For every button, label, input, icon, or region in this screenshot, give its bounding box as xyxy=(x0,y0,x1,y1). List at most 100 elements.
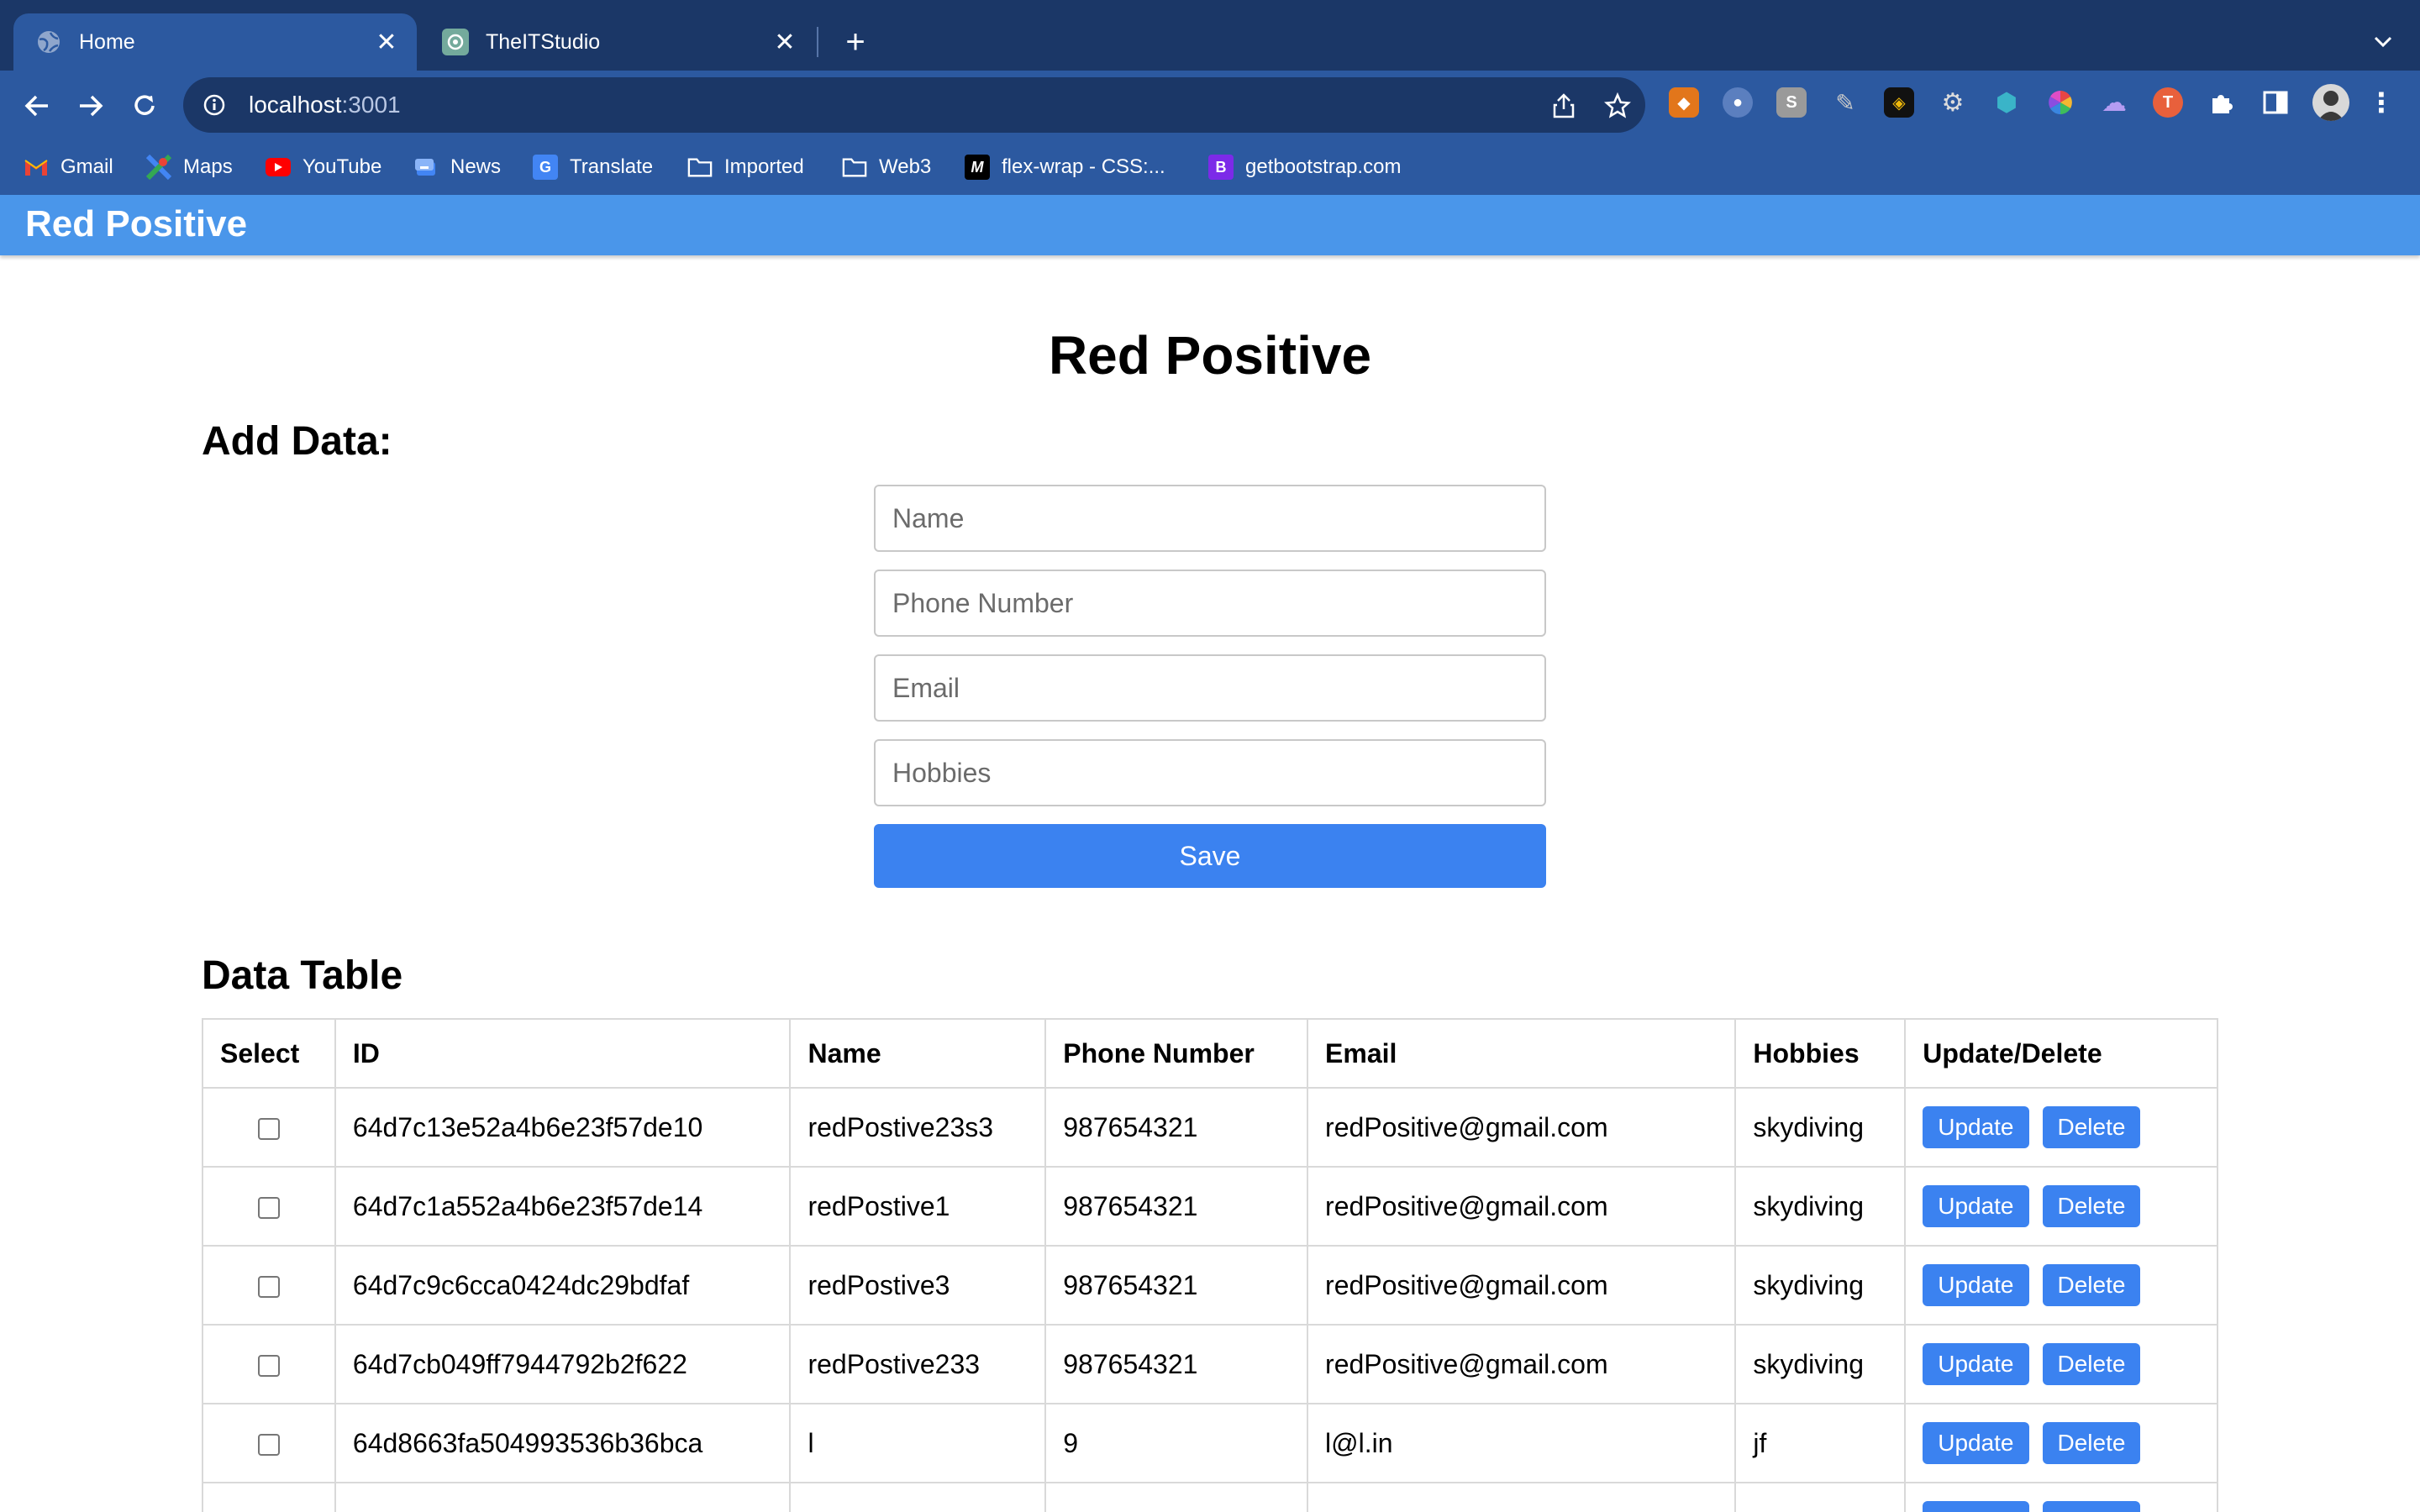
data-table: Select ID Name Phone Number Email Hobbie… xyxy=(202,1018,2218,1512)
hobbies-input[interactable] xyxy=(874,739,1546,806)
bookmark-label: Translate xyxy=(570,155,654,178)
back-icon[interactable] xyxy=(18,87,55,124)
bookmark-translate[interactable]: G Translate xyxy=(533,151,653,183)
header-id: ID xyxy=(334,1018,792,1089)
metamask-icon[interactable]: ◆ xyxy=(1669,87,1699,118)
row-checkbox[interactable] xyxy=(257,1355,280,1378)
table-row: 64d7cb049ff7944792b2f622 redPostive233 9… xyxy=(202,1324,2218,1404)
update-button[interactable]: Update xyxy=(1923,1501,2029,1512)
bootstrap-icon: B xyxy=(1208,155,1234,180)
delete-button[interactable]: Delete xyxy=(2042,1185,2141,1227)
news-icon xyxy=(413,155,439,180)
tab-theitstudio[interactable]: TheITStudio ✕ xyxy=(420,13,815,71)
phone-cell: 987654321 xyxy=(1044,1245,1309,1326)
save-button[interactable]: Save xyxy=(874,824,1546,888)
phone-input[interactable] xyxy=(874,570,1546,637)
tab-divider xyxy=(817,27,818,57)
tab-home[interactable]: Home ✕ xyxy=(13,13,417,71)
network-icon[interactable]: ⬢ xyxy=(1991,87,2022,118)
colorpicker-icon[interactable] xyxy=(2045,87,2075,118)
brand-logo[interactable]: Red Positive xyxy=(25,203,247,245)
brave-wallet-icon[interactable]: ● xyxy=(1723,87,1753,118)
gear-icon[interactable]: ⚙ xyxy=(1938,87,1968,118)
share-icon[interactable] xyxy=(1549,92,1578,120)
bookmark-imported[interactable]: Imported xyxy=(687,151,804,183)
header-name: Name xyxy=(789,1018,1047,1089)
address-bar[interactable]: localhost:3001 xyxy=(183,77,1645,133)
avatar[interactable] xyxy=(2312,84,2349,121)
phone-cell: 987654321 xyxy=(1044,1324,1309,1404)
reload-icon[interactable] xyxy=(126,87,163,124)
folder-icon xyxy=(842,155,867,180)
sidepanel-icon[interactable] xyxy=(2260,87,2291,118)
email-input[interactable] xyxy=(874,654,1546,722)
bookmark-label: News xyxy=(450,155,502,178)
bookmark-maps[interactable]: Maps xyxy=(146,151,233,183)
hobbies-cell: skydiving xyxy=(1734,1087,1907,1168)
row-checkbox[interactable] xyxy=(257,1434,280,1457)
hobbies-cell: skydiving xyxy=(1734,1245,1907,1326)
row-checkbox[interactable] xyxy=(257,1197,280,1220)
close-icon[interactable]: ✕ xyxy=(768,25,802,59)
actions-cell: Update Delete xyxy=(1904,1403,2218,1483)
delete-button[interactable]: Delete xyxy=(2042,1501,2141,1512)
chevron-down-icon[interactable] xyxy=(2366,25,2400,59)
header-select: Select xyxy=(202,1018,336,1089)
extension-s-icon[interactable]: S xyxy=(1776,87,1807,118)
header-phone: Phone Number xyxy=(1044,1018,1309,1089)
update-button[interactable]: Update xyxy=(1923,1343,2029,1385)
bookmark-gmail[interactable]: Gmail xyxy=(24,151,113,183)
binance-icon[interactable]: ◈ xyxy=(1884,87,1914,118)
forward-icon[interactable] xyxy=(72,87,109,124)
table-row: 64d7c13e52a4b6e23f57de10 redPostive23s3 … xyxy=(202,1087,2218,1168)
actions-cell: Update Delete xyxy=(1904,1245,2218,1326)
delete-button[interactable]: Delete xyxy=(2042,1343,2141,1385)
row-checkbox[interactable] xyxy=(257,1276,280,1299)
select-cell xyxy=(202,1403,336,1483)
extension-t-icon[interactable]: T xyxy=(2153,87,2183,118)
actions-cell: Update Delete xyxy=(1904,1087,2218,1168)
table-header-row: Select ID Name Phone Number Email Hobbie… xyxy=(202,1018,2218,1089)
delete-button[interactable]: Delete xyxy=(2042,1264,2141,1306)
kebab-menu-icon[interactable]: ⋮ xyxy=(2366,87,2396,118)
bookmark-label: flex-wrap - CSS:... xyxy=(1002,155,1165,178)
bookmark-bootstrap[interactable]: B getbootstrap.com xyxy=(1208,151,1401,183)
phone-cell xyxy=(1044,1482,1309,1512)
select-cell xyxy=(202,1166,336,1247)
bookmark-mdn[interactable]: M flex-wrap - CSS:... xyxy=(965,151,1165,183)
actions-cell: Update Delete xyxy=(1904,1482,2218,1512)
name-input[interactable] xyxy=(874,485,1546,552)
bookmark-youtube[interactable]: YouTube xyxy=(266,151,381,183)
bookmark-web3[interactable]: Web3 xyxy=(842,151,931,183)
star-icon[interactable] xyxy=(1603,92,1632,120)
url-text: localhost:3001 xyxy=(249,92,401,118)
new-tab-icon[interactable]: + xyxy=(835,22,876,62)
header-email: Email xyxy=(1307,1018,1737,1089)
globe-icon xyxy=(35,29,62,55)
update-button[interactable]: Update xyxy=(1923,1264,2029,1306)
row-checkbox[interactable] xyxy=(257,1118,280,1141)
feather-icon[interactable]: ✎ xyxy=(1830,87,1860,118)
select-cell xyxy=(202,1245,336,1326)
email-cell: redPositive@gmail.com xyxy=(1307,1087,1737,1168)
info-icon[interactable] xyxy=(202,92,227,118)
email-cell: l@l.in xyxy=(1307,1403,1737,1483)
update-button[interactable]: Update xyxy=(1923,1422,2029,1464)
bookmark-news[interactable]: News xyxy=(413,151,501,183)
translate-icon: G xyxy=(533,155,558,180)
delete-button[interactable]: Delete xyxy=(2042,1422,2141,1464)
actions-cell: Update Delete xyxy=(1904,1166,2218,1247)
delete-button[interactable]: Delete xyxy=(2042,1106,2141,1148)
puzzle-icon[interactable] xyxy=(2207,87,2237,118)
folder-icon xyxy=(687,155,713,180)
phone-cell: 987654321 xyxy=(1044,1087,1309,1168)
update-button[interactable]: Update xyxy=(1923,1106,2029,1148)
email-cell xyxy=(1307,1482,1737,1512)
bookmark-label: getbootstrap.com xyxy=(1245,155,1402,178)
select-cell xyxy=(202,1482,336,1512)
close-icon[interactable]: ✕ xyxy=(370,25,403,59)
ghost-icon[interactable]: ☁ xyxy=(2099,87,2129,118)
update-button[interactable]: Update xyxy=(1923,1185,2029,1227)
add-data-heading: Add Data: xyxy=(202,419,392,464)
id-cell: 64d7c13e52a4b6e23f57de10 xyxy=(334,1087,792,1168)
